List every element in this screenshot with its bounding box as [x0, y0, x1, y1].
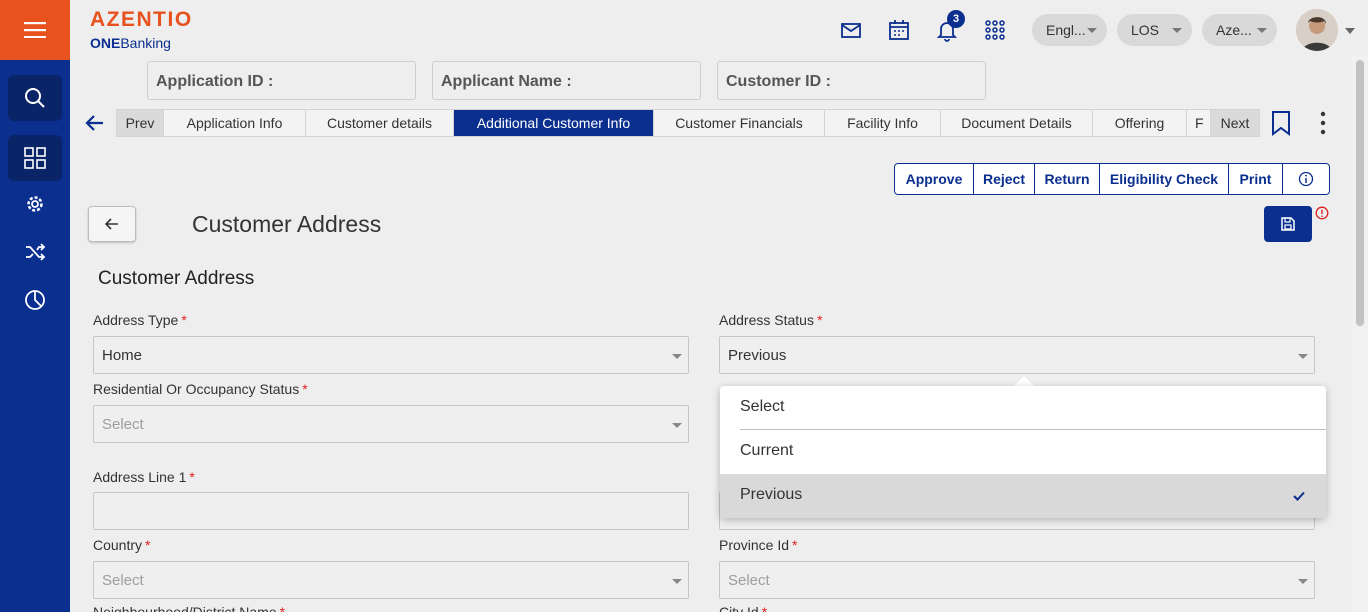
- chevron-down-icon: [1298, 354, 1308, 359]
- print-button[interactable]: Print: [1229, 164, 1283, 194]
- rail-dashboard-button[interactable]: [8, 135, 62, 181]
- scrollbar-thumb[interactable]: [1356, 60, 1364, 326]
- address-status-dropdown: Select Current Previous: [720, 386, 1326, 518]
- page-title: Customer Address: [192, 211, 382, 237]
- side-rail: [0, 0, 70, 612]
- chevron-down-icon: [672, 354, 682, 359]
- city-id-label: City Id *: [719, 604, 768, 612]
- approve-button[interactable]: Approve: [895, 164, 974, 194]
- customer-id-box: Customer ID :: [717, 61, 986, 100]
- arrow-left-icon: [104, 218, 118, 230]
- tab-next[interactable]: Next: [1211, 110, 1259, 136]
- rail-shuffle-button[interactable]: [8, 229, 62, 275]
- tab-facility-info[interactable]: Facility Info: [825, 110, 941, 136]
- brand-logo: AZENTIO: [90, 8, 193, 31]
- country-select[interactable]: Select: [93, 561, 689, 599]
- rail-search-button[interactable]: [8, 75, 62, 121]
- language-select[interactable]: Engl...: [1032, 14, 1107, 46]
- tab-offering[interactable]: Offering: [1093, 110, 1187, 136]
- bookmark-icon[interactable]: [1270, 110, 1292, 136]
- rail-reports-button[interactable]: [8, 277, 62, 323]
- back-arrow-icon[interactable]: [83, 111, 107, 135]
- chevron-down-icon: [672, 423, 682, 428]
- dropdown-option-select[interactable]: Select: [720, 386, 1326, 430]
- eligibility-check-button[interactable]: Eligibility Check: [1100, 164, 1229, 194]
- chevron-down-icon: [1087, 28, 1097, 33]
- tab-document-details[interactable]: Document Details: [941, 110, 1093, 136]
- chevron-down-icon: [1172, 28, 1182, 33]
- more-options-icon[interactable]: [1314, 110, 1332, 136]
- application-id-box: Application ID :: [147, 61, 416, 100]
- notification-badge: 3: [947, 10, 965, 28]
- country-label: Country *: [93, 537, 151, 553]
- address-type-label: Address Type *: [93, 312, 187, 328]
- address-line-1-input[interactable]: [93, 492, 689, 530]
- dropdown-option-previous[interactable]: Previous: [720, 474, 1326, 518]
- residential-status-select[interactable]: Select: [93, 405, 689, 443]
- tab-truncated[interactable]: F: [1187, 110, 1211, 136]
- warning-icon: [1315, 206, 1329, 220]
- return-button[interactable]: Return: [1035, 164, 1100, 194]
- shuffle-icon: [26, 243, 46, 261]
- page-scrollbar[interactable]: [1352, 56, 1368, 612]
- chevron-down-icon: [1298, 579, 1308, 584]
- chevron-down-icon: [672, 579, 682, 584]
- settings-icon: [27, 196, 43, 212]
- save-icon: [1281, 217, 1295, 231]
- province-id-select[interactable]: Select: [719, 561, 1315, 599]
- applicant-name-box: Applicant Name :: [432, 61, 701, 100]
- address-status-label: Address Status *: [719, 312, 823, 328]
- rail-settings-button[interactable]: [8, 181, 62, 227]
- section-title: Customer Address: [98, 268, 255, 289]
- mail-icon[interactable]: [839, 18, 863, 42]
- tab-prev[interactable]: Prev: [117, 110, 164, 136]
- dashboard-icon: [24, 147, 46, 169]
- calendar-icon[interactable]: [887, 18, 911, 42]
- workflow-tabs: Prev Application Info Customer details A…: [116, 109, 1260, 137]
- check-icon: [1293, 491, 1305, 501]
- brand-subtitle: ONEBanking: [90, 35, 171, 51]
- profile-chevron-icon[interactable]: [1345, 28, 1355, 34]
- chevron-down-icon: [1257, 28, 1267, 33]
- dropdown-pointer: [1014, 376, 1034, 386]
- menu-icon: [24, 22, 46, 38]
- info-icon: [1298, 171, 1314, 187]
- tab-customer-details[interactable]: Customer details: [306, 110, 454, 136]
- address-line-1-label: Address Line 1 *: [93, 469, 195, 485]
- tab-additional-customer-info[interactable]: Additional Customer Info: [454, 110, 654, 136]
- reject-button[interactable]: Reject: [974, 164, 1035, 194]
- address-type-select[interactable]: Home: [93, 336, 689, 374]
- page-back-button[interactable]: [88, 206, 136, 242]
- apps-grid-icon[interactable]: [983, 18, 1007, 42]
- search-icon: [25, 88, 45, 108]
- menu-button[interactable]: [0, 0, 70, 60]
- save-button[interactable]: [1264, 206, 1312, 242]
- dropdown-option-current[interactable]: Current: [720, 430, 1326, 474]
- info-button[interactable]: [1283, 164, 1329, 194]
- action-button-group: Approve Reject Return Eligibility Check …: [894, 163, 1330, 195]
- tab-application-info[interactable]: Application Info: [164, 110, 306, 136]
- module-select[interactable]: LOS: [1117, 14, 1192, 46]
- address-status-select[interactable]: Previous: [719, 336, 1315, 374]
- residential-status-label: Residential Or Occupancy Status *: [93, 381, 308, 397]
- avatar[interactable]: [1296, 9, 1338, 51]
- tab-customer-financials[interactable]: Customer Financials: [654, 110, 825, 136]
- pie-chart-icon: [25, 290, 45, 310]
- province-id-label: Province Id *: [719, 537, 798, 553]
- entity-select[interactable]: Aze...: [1202, 14, 1277, 46]
- neighbourhood-label: Neighbourhood/District Name *: [93, 604, 286, 612]
